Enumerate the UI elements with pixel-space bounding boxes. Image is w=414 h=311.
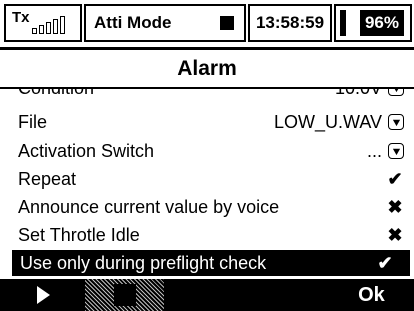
battery-indicator: 96% [334,4,412,42]
flight-mode: Atti Mode [84,4,246,42]
status-bar: Tx Atti Mode 13:58:59 96% [0,0,414,46]
play-icon [36,286,50,304]
battery-percent: 96% [359,10,404,36]
cross-icon[interactable]: ✖ [386,197,404,218]
list-item-condition[interactable]: Condition 10.0V [18,89,404,101]
condition-label: Condition [18,89,335,99]
softkey-play[interactable] [3,279,82,311]
list-item-announce-voice[interactable]: Announce current value by voice ✖ [18,194,404,220]
softkey-3[interactable] [167,279,246,311]
tx-label: Tx [12,9,30,26]
throttle-idle-label: Set Throtle Idle [18,224,140,245]
condition-value: 10.0V [335,89,382,99]
list-item-throttle-idle[interactable]: Set Throtle Idle ✖ [18,222,404,248]
check-icon[interactable]: ✔ [376,253,394,274]
file-value: LOW_U.WAV [273,111,382,132]
list-item-file[interactable]: File LOW_U.WAV [18,109,404,135]
title-bar: Alarm [0,47,414,89]
alarm-screen: Tx Atti Mode 13:58:59 96% Alarm Condit [0,0,414,311]
activation-switch-label: Activation Switch [18,140,155,161]
file-label: File [18,111,48,132]
dropdown-icon[interactable] [388,114,404,130]
softkey-stop[interactable] [85,279,165,311]
list-item-repeat[interactable]: Repeat ✔ [18,166,404,192]
stop-icon [220,16,234,30]
dropdown-icon[interactable] [388,143,404,159]
cross-icon[interactable]: ✖ [386,225,404,246]
signal-icon [32,16,65,34]
list-item-preflight-only[interactable]: Use only during preflight check ✔ [12,250,410,276]
ok-button[interactable]: Ok [332,279,411,311]
settings-list: Condition 10.0V File LOW_U.WAV Activatio… [0,89,414,277]
softkey-4[interactable] [250,279,329,311]
list-item-activation-switch[interactable]: Activation Switch ... [18,138,404,164]
clock: 13:58:59 [248,4,332,42]
clock-time: 13:58:59 [255,13,325,32]
preflight-only-label: Use only during preflight check [20,252,267,273]
stop-icon [113,284,136,306]
flight-mode-label: Atti Mode [94,13,172,32]
repeat-label: Repeat [18,168,77,189]
activation-switch-value: ... [366,140,382,161]
battery-icon [340,10,346,36]
check-icon[interactable]: ✔ [386,169,404,190]
page-title: Alarm [0,50,414,87]
softkey-bar: Ok [0,279,414,311]
announce-voice-label: Announce current value by voice [18,196,280,217]
transmitter-signal: Tx [4,4,82,42]
dropdown-icon[interactable] [388,89,404,96]
